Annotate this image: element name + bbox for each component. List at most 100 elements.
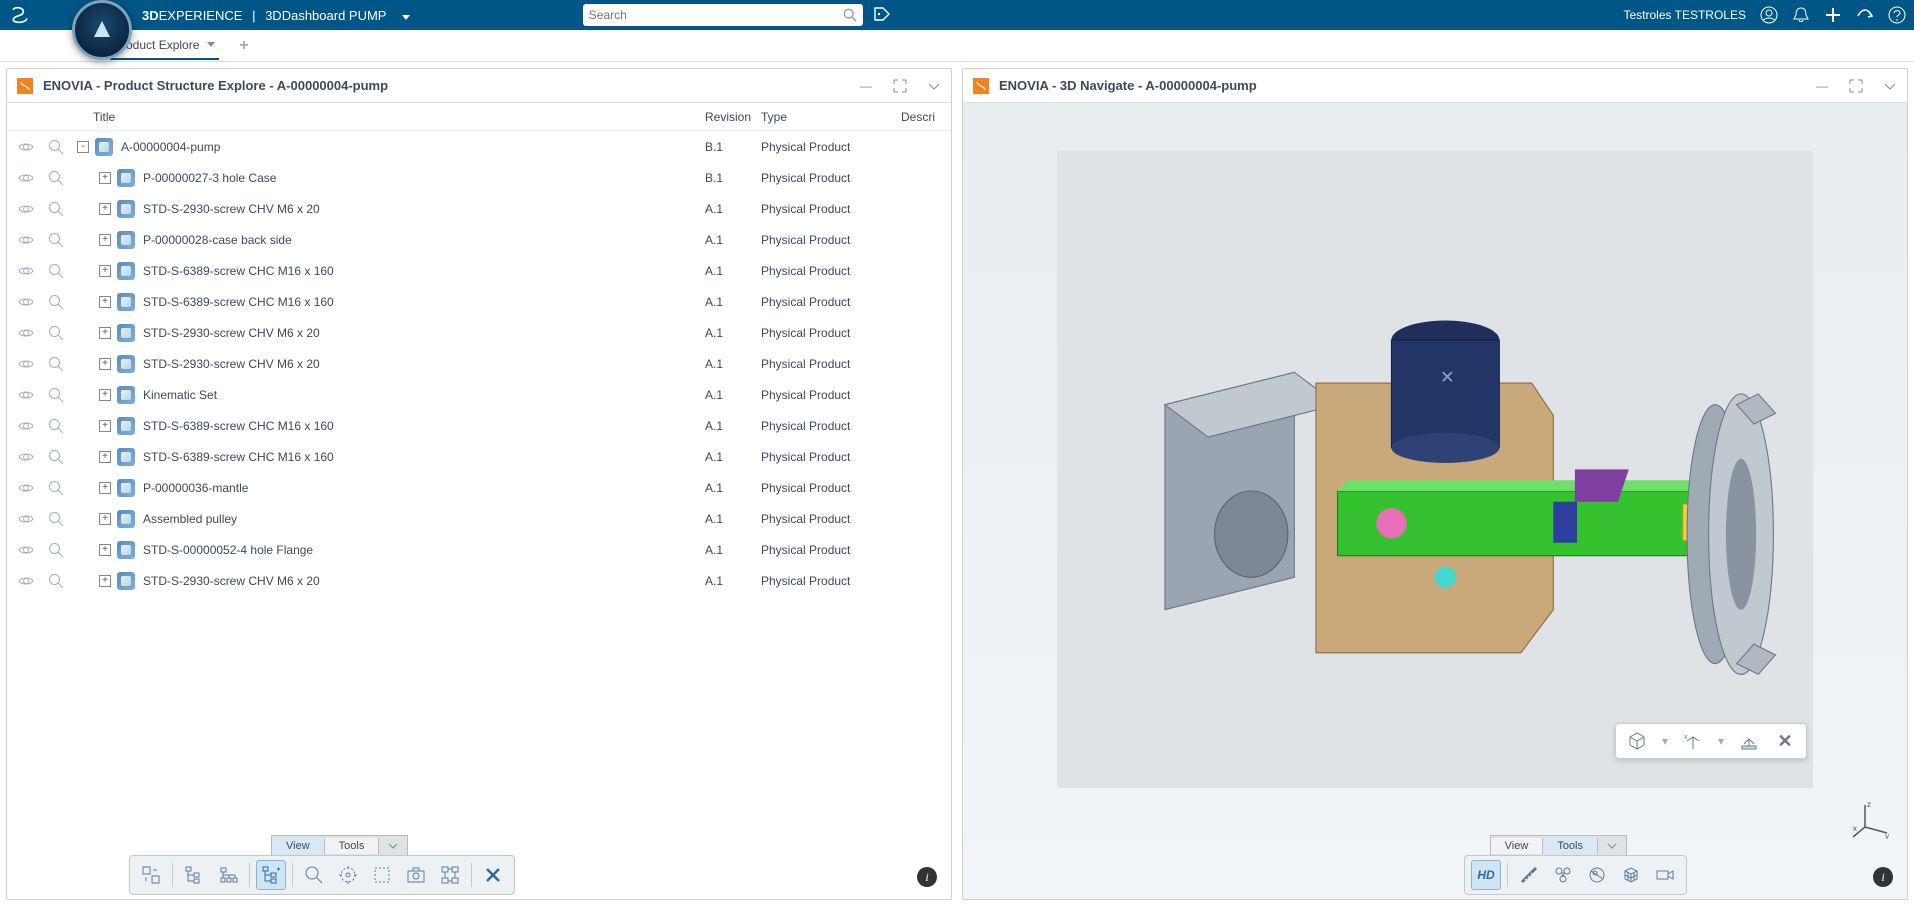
eye-icon[interactable]: [17, 418, 35, 434]
tree-row[interactable]: +P-00000036-mantleA.1Physical Product: [7, 472, 951, 503]
tab-add-button[interactable]: +: [239, 37, 248, 55]
chevron-down-icon[interactable]: [402, 15, 410, 20]
close-button[interactable]: [478, 860, 508, 890]
zoom-icon[interactable]: [47, 139, 65, 155]
hd-button[interactable]: HD: [1471, 860, 1501, 890]
dashboard-name[interactable]: 3DDashboard PUMP: [265, 8, 386, 23]
tree-row[interactable]: +Assembled pulleyA.1Physical Product: [7, 503, 951, 534]
zoom-button[interactable]: [299, 860, 329, 890]
eye-icon[interactable]: [17, 356, 35, 372]
zoom-icon[interactable]: [47, 263, 65, 279]
maximize-icon[interactable]: [1849, 79, 1863, 93]
expander-icon[interactable]: +: [99, 389, 111, 401]
expander-icon[interactable]: +: [99, 544, 111, 556]
tree-view-button[interactable]: [179, 860, 209, 890]
ds-logo-icon[interactable]: [8, 3, 32, 27]
zoom-icon[interactable]: [47, 418, 65, 434]
add-icon[interactable]: [1824, 6, 1842, 24]
zoom-icon[interactable]: [47, 542, 65, 558]
chevron-down-icon[interactable]: [1883, 79, 1897, 93]
tree-row[interactable]: +STD-S-2930-screw CHV M6 x 20A.1Physical…: [7, 565, 951, 596]
minimize-icon[interactable]: —: [1815, 79, 1829, 93]
grid-button[interactable]: [1616, 860, 1646, 890]
chevron-down-icon[interactable]: [379, 838, 407, 854]
eye-icon[interactable]: [17, 294, 35, 310]
expander-icon[interactable]: +: [99, 482, 111, 494]
explode-button[interactable]: [1548, 860, 1578, 890]
compass-icon[interactable]: [72, 0, 132, 60]
eye-icon[interactable]: [17, 449, 35, 465]
zoom-icon[interactable]: [47, 201, 65, 217]
col-description[interactable]: Descri: [901, 110, 941, 124]
eye-icon[interactable]: [17, 387, 35, 403]
zoom-icon[interactable]: [47, 232, 65, 248]
reframe-button[interactable]: [333, 860, 363, 890]
zoom-icon[interactable]: [47, 449, 65, 465]
select-button[interactable]: [367, 860, 397, 890]
expander-icon[interactable]: +: [99, 327, 111, 339]
compare-button[interactable]: [435, 860, 465, 890]
zoom-icon[interactable]: [47, 387, 65, 403]
tab-view[interactable]: View: [272, 838, 325, 854]
search-input[interactable]: [589, 8, 843, 22]
chevron-down-icon[interactable]: [1598, 838, 1626, 854]
tree-row[interactable]: +STD-S-6389-screw CHC M16 x 160A.1Physic…: [7, 410, 951, 441]
tree-row[interactable]: -A-00000004-pumpB.1Physical Product: [7, 131, 951, 162]
eye-icon[interactable]: [17, 480, 35, 496]
zoom-icon[interactable]: [47, 480, 65, 496]
eye-icon[interactable]: [17, 573, 35, 589]
flat-view-button[interactable]: [213, 860, 243, 890]
authoring-button[interactable]: [136, 860, 166, 890]
eye-icon[interactable]: [17, 325, 35, 341]
help-icon[interactable]: [1888, 6, 1906, 24]
tree-row[interactable]: +P-00000027-3 hole CaseB.1Physical Produ…: [7, 162, 951, 193]
eye-icon[interactable]: [17, 201, 35, 217]
expander-icon[interactable]: +: [99, 358, 111, 370]
expander-icon[interactable]: +: [99, 575, 111, 587]
expander-icon[interactable]: +: [99, 451, 111, 463]
3d-viewer[interactable]: ✕ ▾ x ▾ ✕ z y x: [963, 103, 1907, 899]
axis-triad[interactable]: z y x: [1853, 799, 1893, 839]
tree-row[interactable]: +STD-S-6389-screw CHC M16 x 160A.1Physic…: [7, 441, 951, 472]
info-button[interactable]: i: [917, 867, 937, 887]
chevron-down-icon[interactable]: [207, 42, 215, 47]
zoom-icon[interactable]: [47, 356, 65, 372]
section-axis-icon[interactable]: x: [1682, 730, 1704, 752]
expander-icon[interactable]: -: [77, 141, 89, 153]
notifications-icon[interactable]: [1792, 6, 1810, 24]
expand-selection-button[interactable]: [256, 860, 286, 890]
eye-icon[interactable]: [17, 232, 35, 248]
zoom-icon[interactable]: [47, 170, 65, 186]
tree-row[interactable]: +STD-S-6389-screw CHC M16 x 160A.1Physic…: [7, 286, 951, 317]
section-button[interactable]: [1582, 860, 1612, 890]
zoom-icon[interactable]: [47, 325, 65, 341]
col-title[interactable]: Title: [93, 110, 705, 124]
tab-view[interactable]: View: [1491, 838, 1544, 854]
zoom-icon[interactable]: [47, 511, 65, 527]
camera-button[interactable]: [1650, 860, 1680, 890]
measure-button[interactable]: [1514, 860, 1544, 890]
expander-icon[interactable]: +: [99, 265, 111, 277]
tree-row[interactable]: +STD-S-2930-screw CHV M6 x 20A.1Physical…: [7, 193, 951, 224]
tree-row[interactable]: +STD-S-2930-screw CHV M6 x 20A.1Physical…: [7, 348, 951, 379]
tree-row[interactable]: +STD-S-6389-screw CHC M16 x 160A.1Physic…: [7, 255, 951, 286]
expander-icon[interactable]: +: [99, 513, 111, 525]
user-icon[interactable]: [1760, 6, 1778, 24]
minimize-icon[interactable]: —: [859, 79, 873, 93]
tag-icon[interactable]: [873, 6, 891, 24]
expander-icon[interactable]: +: [99, 420, 111, 432]
expander-icon[interactable]: +: [99, 234, 111, 246]
tree-row[interactable]: +Kinematic SetA.1Physical Product: [7, 379, 951, 410]
username-label[interactable]: Testroles TESTROLES: [1624, 8, 1746, 22]
tree-row[interactable]: +STD-S-2930-screw CHV M6 x 20A.1Physical…: [7, 317, 951, 348]
search-box[interactable]: [583, 4, 863, 26]
tree-row[interactable]: +STD-S-00000052-4 hole FlangeA.1Physical…: [7, 534, 951, 565]
tab-tools[interactable]: Tools: [1543, 838, 1598, 854]
tab-tools[interactable]: Tools: [325, 838, 380, 854]
section-close-icon[interactable]: ✕: [1774, 730, 1796, 752]
expander-icon[interactable]: +: [99, 203, 111, 215]
eye-icon[interactable]: [17, 170, 35, 186]
col-revision[interactable]: Revision: [705, 110, 761, 124]
eye-icon[interactable]: [17, 511, 35, 527]
chevron-down-icon[interactable]: [927, 79, 941, 93]
